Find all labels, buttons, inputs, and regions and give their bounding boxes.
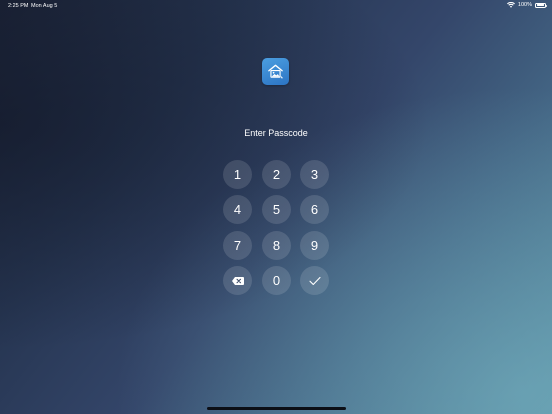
- key-9[interactable]: 9: [300, 231, 329, 260]
- key-label: 4: [233, 202, 242, 217]
- home-indicator[interactable]: [207, 407, 346, 410]
- key-6[interactable]: 6: [300, 195, 329, 224]
- app-logo: [262, 58, 289, 85]
- key-label: 2: [272, 167, 281, 182]
- key-label: 7: [233, 238, 242, 253]
- key-7[interactable]: 7: [223, 231, 252, 260]
- battery-fill: [536, 4, 545, 6]
- key-4[interactable]: 4: [223, 195, 252, 224]
- key-label: 3: [310, 167, 319, 182]
- wifi-icon: [506, 2, 515, 8]
- battery-percentage: 100%: [517, 2, 532, 8]
- key-label: 1: [233, 167, 242, 182]
- lock-screen: 2:25 PM Mon Aug 5 100% Enter Passcode 1 …: [0, 0, 552, 414]
- passcode-title: Enter Passcode: [244, 128, 308, 138]
- battery-icon: [535, 2, 547, 8]
- confirm-button[interactable]: [300, 266, 329, 295]
- key-5[interactable]: 5: [262, 195, 291, 224]
- status-date: Mon Aug 5: [31, 3, 58, 9]
- home-photo-icon: [266, 62, 285, 81]
- key-0[interactable]: 0: [262, 266, 291, 295]
- key-8[interactable]: 8: [262, 231, 291, 260]
- status-indicators: 100%: [506, 2, 547, 8]
- key-label: 0: [272, 273, 281, 288]
- key-2[interactable]: 2: [262, 160, 291, 189]
- key-label: 5: [272, 202, 281, 217]
- key-label: 9: [310, 238, 319, 253]
- status-bar: 2:25 PM Mon Aug 5 100%: [0, 0, 552, 12]
- key-1[interactable]: 1: [223, 160, 252, 189]
- backspace-icon: [231, 276, 244, 285]
- status-time: 2:25 PM: [8, 3, 29, 9]
- key-label: 6: [310, 202, 319, 217]
- checkmark-icon: [308, 276, 321, 286]
- delete-button[interactable]: [223, 266, 252, 295]
- key-label: 8: [272, 238, 281, 253]
- key-3[interactable]: 3: [300, 160, 329, 189]
